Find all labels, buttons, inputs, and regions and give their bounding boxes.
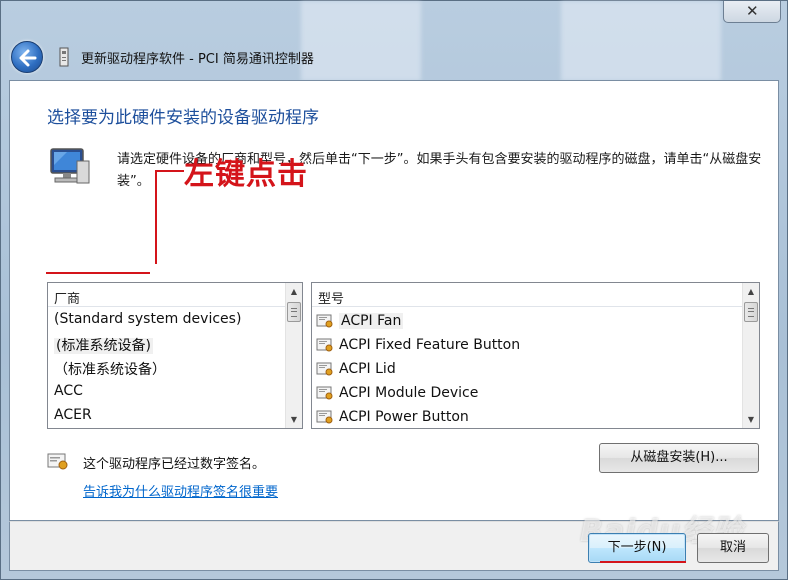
model-listbox[interactable]: 型号 ACPI Fan ACPI Fixed Feature Button AC…: [311, 282, 760, 429]
device-icon: [59, 47, 69, 67]
model-column-header: 型号: [312, 283, 742, 307]
annotation-underline: [600, 561, 686, 563]
close-icon: ✕: [746, 2, 759, 20]
list-item-label: ACPI Lid: [339, 361, 396, 377]
scroll-down-icon[interactable]: ▼: [743, 411, 759, 428]
list-item[interactable]: ACER: [48, 403, 285, 427]
have-disk-button[interactable]: 从磁盘安装(H)...: [599, 443, 759, 473]
driver-certificate-icon: [316, 314, 333, 328]
list-item[interactable]: ACPI Module Device: [312, 379, 742, 403]
model-list: ACPI Fan ACPI Fixed Feature Button ACPI …: [312, 307, 742, 428]
page-heading: 选择要为此硬件安装的设备驱动程序: [47, 108, 319, 128]
scroll-up-icon[interactable]: ▲: [286, 283, 302, 300]
back-arrow-icon: [19, 49, 37, 67]
list-item[interactable]: ACPI Fan: [312, 307, 742, 331]
list-item[interactable]: ACPI Fixed Feature Button: [312, 331, 742, 355]
list-item[interactable]: （标准系统设备）: [48, 355, 285, 379]
list-item[interactable]: ACC: [48, 379, 285, 403]
annotation-line: [155, 170, 184, 172]
list-item[interactable]: ACPI Power Button: [312, 403, 742, 427]
driver-certificate-icon: [316, 386, 333, 400]
monitor-icon: [50, 148, 90, 184]
list-item-selected[interactable]: (标准系统设备): [48, 331, 285, 355]
close-button[interactable]: ✕: [723, 1, 781, 23]
model-scrollbar[interactable]: ▲ ▼: [742, 283, 759, 428]
signature-status: 这个驱动程序已经过数字签名。: [83, 457, 266, 472]
list-item[interactable]: ACPI Lid: [312, 355, 742, 379]
list-item-label: (标准系统设备): [54, 338, 153, 354]
manufacturer-scrollbar[interactable]: ▲ ▼: [285, 283, 302, 428]
list-item[interactable]: (Standard system devices): [48, 307, 285, 331]
manufacturer-list: (Standard system devices) (标准系统设备) （标准系统…: [48, 307, 285, 428]
signature-info-link[interactable]: 告诉我为什么驱动程序签名很重要: [83, 481, 278, 500]
list-item-label: ACPI Power Button: [339, 409, 469, 425]
list-item-label: ACPI Module Device: [339, 385, 479, 401]
scroll-thumb[interactable]: [744, 302, 758, 322]
window-title: 更新驱动程序软件 - PCI 简易通讯控制器: [81, 52, 314, 67]
driver-certificate-icon: [316, 410, 333, 424]
next-button[interactable]: 下一步(N): [588, 533, 686, 563]
scroll-thumb[interactable]: [287, 302, 301, 322]
wizard-content: 选择要为此硬件安装的设备驱动程序 请选定硬件设备的厂商和型号，然后单击“下一步”…: [9, 80, 779, 521]
list-item-label: ACPI Fan: [339, 313, 404, 329]
manufacturer-listbox[interactable]: 厂商 (Standard system devices) (标准系统设备) （标…: [47, 282, 303, 429]
signed-driver-icon: [47, 453, 68, 470]
back-button[interactable]: [11, 41, 43, 73]
title-bar: 更新驱动程序软件 - PCI 简易通讯控制器 ✕: [1, 1, 788, 81]
scroll-down-icon[interactable]: ▼: [286, 411, 302, 428]
annotation-text: 左键点击: [184, 157, 308, 192]
annotation-underline: [46, 272, 150, 274]
list-item-label: ACPI Fixed Feature Button: [339, 337, 521, 353]
driver-certificate-icon: [316, 362, 333, 376]
cancel-button[interactable]: 取消: [697, 533, 769, 563]
driver-certificate-icon: [316, 338, 333, 352]
manufacturer-column-header: 厂商: [48, 283, 285, 307]
annotation-line: [155, 170, 157, 264]
scroll-up-icon[interactable]: ▲: [743, 283, 759, 300]
